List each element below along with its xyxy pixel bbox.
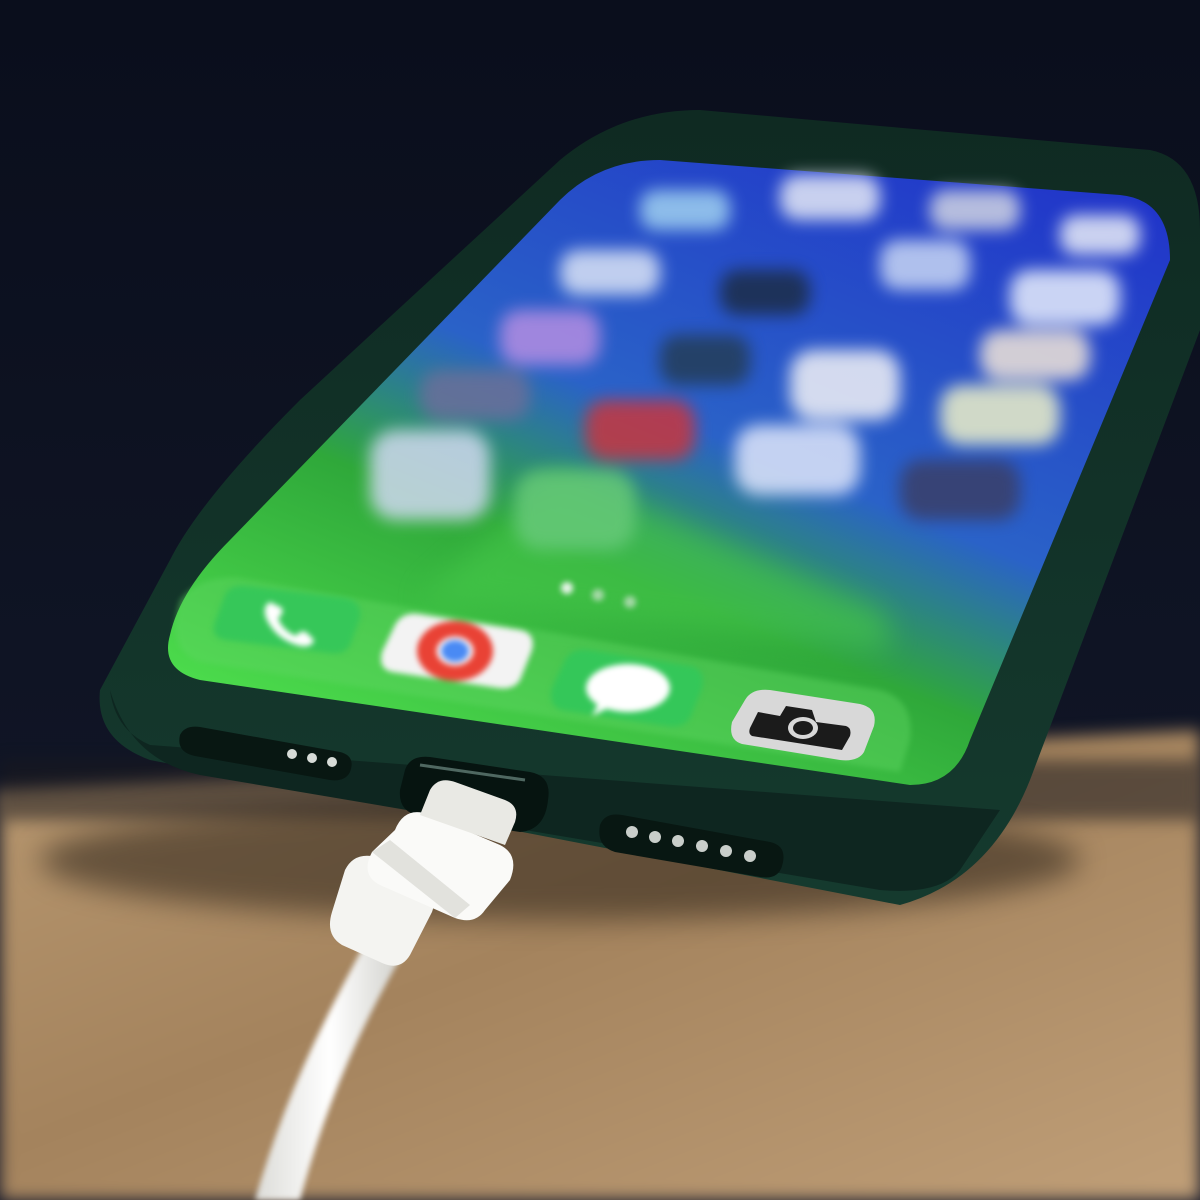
photo-scene	[0, 0, 1200, 1200]
speaker-hole	[287, 749, 297, 759]
speaker-hole	[307, 753, 317, 763]
speaker-hole	[649, 831, 661, 843]
speaker-hole	[720, 845, 732, 857]
page-dot	[592, 589, 604, 601]
speaker-hole	[327, 757, 337, 767]
speaker-hole	[744, 850, 756, 862]
speaker-hole	[696, 840, 708, 852]
page-dot	[561, 582, 573, 594]
camera-lens-inner	[793, 721, 813, 735]
page-dot	[624, 596, 636, 608]
speaker-hole	[672, 835, 684, 847]
chrome-icon	[417, 621, 493, 681]
speaker-hole	[626, 826, 638, 838]
